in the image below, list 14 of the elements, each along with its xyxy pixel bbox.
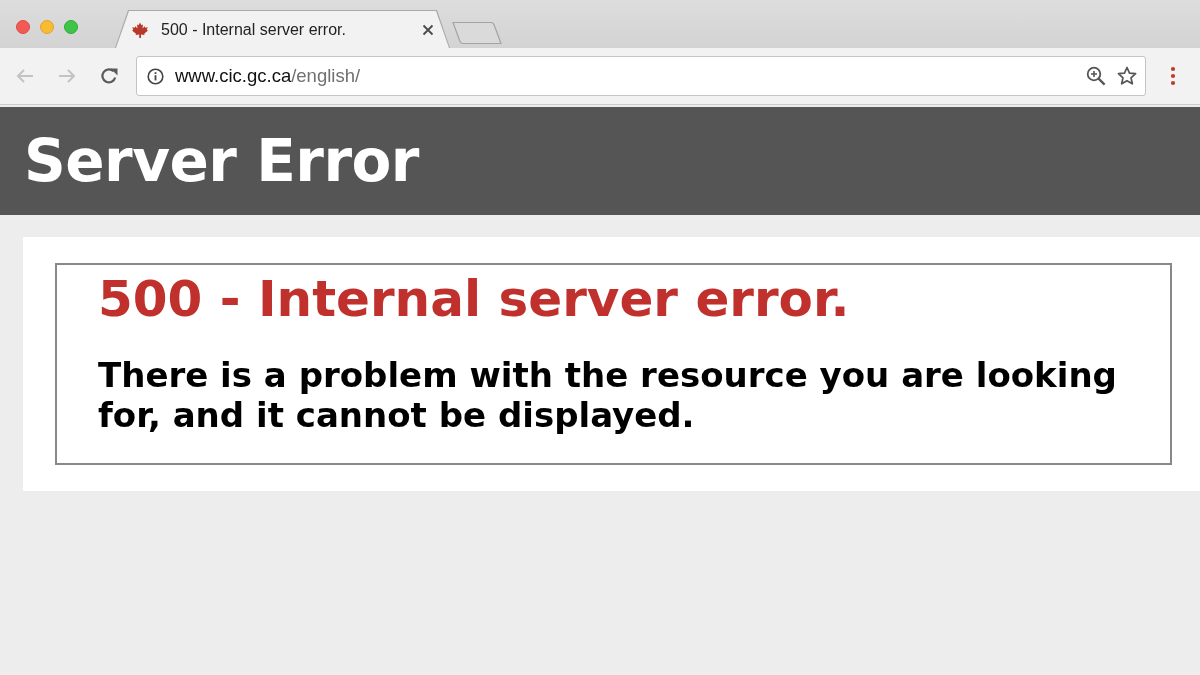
error-title: 500 - Internal server error.: [98, 270, 851, 328]
zoom-in-icon[interactable]: [1086, 66, 1106, 86]
info-icon[interactable]: [147, 67, 164, 85]
maple-leaf-icon: [131, 21, 149, 38]
browser-tab[interactable]: 500 - Internal server error.: [115, 10, 450, 48]
address-bar[interactable]: www.cic.gc.ca/english/: [136, 56, 1146, 96]
reload-icon[interactable]: [100, 67, 118, 85]
more-menu-icon[interactable]: [1170, 66, 1176, 86]
star-icon[interactable]: [1117, 66, 1137, 86]
close-window-icon[interactable]: [16, 20, 30, 34]
page-title: Server Error: [24, 127, 419, 195]
close-tab-icon[interactable]: [422, 23, 434, 36]
url-text: www.cic.gc.ca/english/: [175, 65, 362, 87]
error-message: There is a problem with the resource you are looking for, and it cannot be displayed.: [98, 355, 1118, 435]
